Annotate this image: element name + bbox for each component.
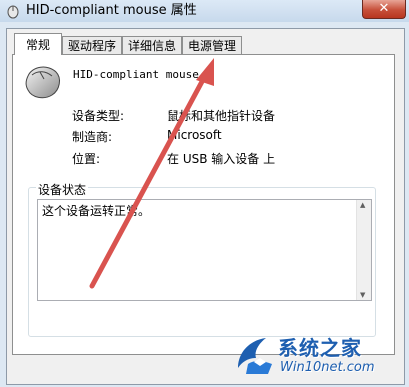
tab-driver[interactable]: 驱动程序 [62,36,122,54]
tab-general[interactable]: 常规 [14,33,62,55]
location-label: 位置: [72,152,101,166]
tab-power-management[interactable]: 电源管理 [182,36,242,54]
device-type-value: 鼠标和其他指针设备 [167,109,276,123]
mouse-icon [25,66,60,99]
device-status-textbox[interactable]: 这个设备运转正常。 ▲ ▼ [37,199,372,301]
scroll-up-icon[interactable]: ▲ [360,201,365,209]
device-status-legend: 设备状态 [36,181,89,198]
window-title: HID-compliant mouse 属性 [26,3,197,18]
mouse-app-icon [7,5,19,19]
device-type-label: 设备类型: [72,109,125,123]
watermark-title: 系统之家 [278,336,362,360]
device-status-text: 这个设备运转正常。 [42,204,151,218]
watermark-url: Win10net.com [280,360,375,375]
device-name: HID-compliant mouse [73,68,199,81]
manufacturer-label: 制造商: [72,130,113,144]
status-scrollbar[interactable]: ▲ ▼ [356,200,371,300]
title-bar: HID-compliant mouse 属性 ✕ [0,0,409,22]
close-button[interactable]: ✕ [362,0,406,19]
close-icon: ✕ [378,1,390,16]
site-watermark: 系统之家 Win10net.com [232,330,404,384]
location-value: 在 USB 输入设备 上 [167,152,276,166]
scroll-down-icon[interactable]: ▼ [360,291,365,299]
manufacturer-value: Microsoft [167,128,222,142]
tab-details[interactable]: 详细信息 [122,36,182,54]
logo-icon [238,338,272,374]
